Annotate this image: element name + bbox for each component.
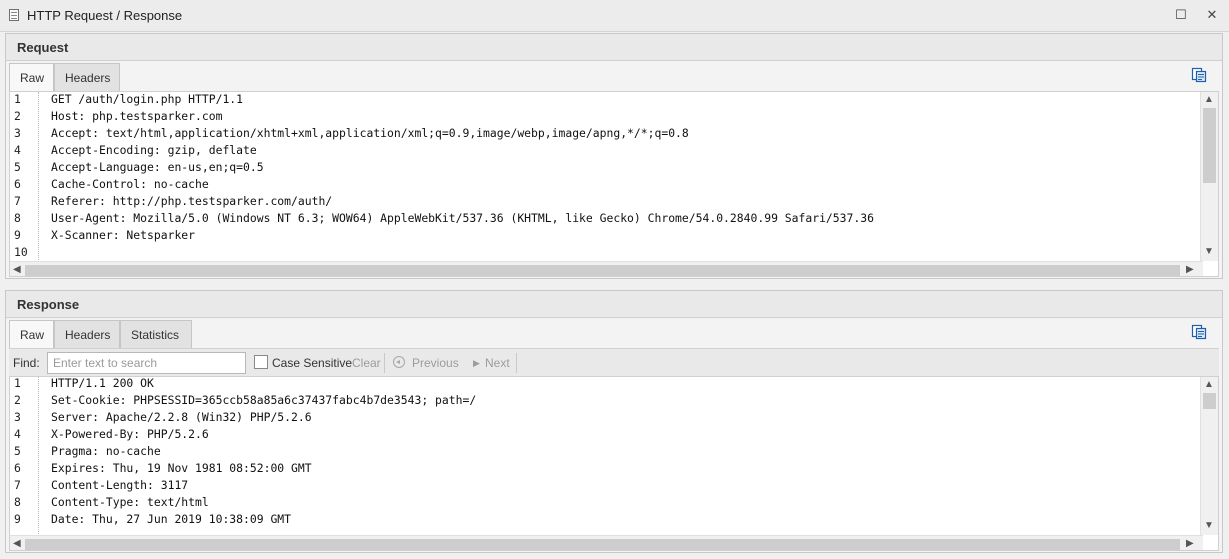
toolbar-separator — [516, 353, 517, 373]
scroll-thumb[interactable] — [25, 539, 1180, 550]
line-number: 2 — [14, 393, 21, 407]
scroll-down-icon[interactable]: ▼ — [1204, 246, 1214, 257]
request-tab-headers[interactable]: Headers — [54, 63, 120, 91]
line-number: 8 — [14, 495, 21, 509]
close-button[interactable]: ✕ — [1202, 6, 1222, 24]
request-editor[interactable]: 1 GET /auth/login.php HTTP/1.1 2 Host: php.… — [9, 91, 1219, 277]
line-number: 5 — [14, 444, 21, 458]
case-sensitive-label: Case Sensitive — [272, 356, 353, 370]
line-number: 3 — [14, 126, 21, 140]
maximize-button[interactable]: ☐ — [1171, 6, 1191, 24]
line-number: 1 — [14, 92, 21, 106]
line-text: Accept: text/html,application/xhtml+xml,… — [51, 126, 689, 140]
line-number: 6 — [14, 461, 21, 475]
line-number: 1 — [14, 376, 21, 390]
find-input[interactable] — [47, 352, 246, 374]
find-bar: Find: Case Sensitive Clear Previous ▶ Ne… — [9, 348, 1219, 377]
line-number: 4 — [14, 143, 21, 157]
line-text: Server: Apache/2.2.8 (Win32) PHP/5.2.6 — [51, 410, 312, 424]
response-tab-raw[interactable]: Raw — [9, 320, 54, 349]
scroll-thumb[interactable] — [25, 265, 1180, 276]
next-button[interactable]: Next — [485, 356, 510, 370]
line-number: 4 — [14, 427, 21, 441]
line-text: Content-Type: text/html — [51, 495, 209, 509]
line-text: GET /auth/login.php HTTP/1.1 — [51, 92, 244, 106]
request-title: Request — [17, 40, 69, 55]
request-horizontal-scrollbar[interactable]: ◀ ▶ — [10, 261, 1203, 276]
scroll-up-icon[interactable]: ▲ — [1204, 379, 1214, 390]
line-number: 3 — [14, 410, 21, 424]
line-text: Cache-Control: no-cache — [51, 177, 209, 191]
line-number: 9 — [14, 228, 21, 242]
copy-icon[interactable] — [1191, 67, 1207, 83]
next-arrow-icon: ▶ — [473, 358, 480, 368]
response-header: Response — [6, 291, 1222, 318]
document-icon — [9, 9, 19, 21]
scroll-left-icon[interactable]: ◀ — [13, 538, 21, 549]
line-text: X-Scanner: Netsparker — [51, 228, 196, 242]
window-titlebar: HTTP Request / Response ☐ ✕ — [0, 0, 1229, 32]
line-text: Set-Cookie: PHPSESSID=365ccb58a85a6c3743… — [51, 393, 477, 407]
line-text: Pragma: no-cache — [51, 444, 161, 458]
line-text: Referer: http://php.testsparker.com/auth… — [51, 194, 333, 208]
response-editor[interactable]: 1 HTTP/1.1 200 OK 2 Set-Cookie: PHPSESSID=3… — [9, 376, 1219, 551]
response-horizontal-scrollbar[interactable]: ◀ ▶ — [10, 535, 1203, 550]
line-number: 6 — [14, 177, 21, 191]
toolbar-separator — [384, 353, 385, 373]
request-tab-raw[interactable]: Raw — [9, 63, 54, 92]
request-header: Request — [6, 34, 1222, 61]
scroll-right-icon[interactable]: ▶ — [1186, 264, 1194, 275]
request-vertical-scrollbar[interactable]: ▲ ▼ — [1200, 92, 1218, 261]
scroll-left-icon[interactable]: ◀ — [13, 264, 21, 275]
line-text: Expires: Thu, 19 Nov 1981 08:52:00 GMT — [51, 461, 312, 475]
line-number: 8 — [14, 211, 21, 225]
scroll-right-icon[interactable]: ▶ — [1186, 538, 1194, 549]
line-text: Host: php.testsparker.com — [51, 109, 223, 123]
copy-icon[interactable] — [1191, 324, 1207, 340]
line-text: Content-Length: 3117 — [51, 478, 189, 492]
response-tab-statistics[interactable]: Statistics — [120, 320, 192, 348]
line-text: User-Agent: Mozilla/5.0 (Windows NT 6.3;… — [51, 211, 874, 225]
scroll-down-icon[interactable]: ▼ — [1204, 520, 1214, 531]
line-text: HTTP/1.1 200 OK — [51, 376, 154, 390]
line-number: 7 — [14, 194, 21, 208]
line-text: X-Powered-By: PHP/5.2.6 — [51, 427, 209, 441]
window-title: HTTP Request / Response — [27, 8, 183, 23]
clear-button[interactable]: Clear — [352, 356, 381, 370]
line-number: 9 — [14, 512, 21, 526]
response-panel: Response Raw Headers Statistics Find: Ca… — [5, 290, 1223, 553]
scroll-thumb[interactable] — [1203, 108, 1216, 183]
case-sensitive-checkbox[interactable] — [254, 355, 268, 369]
line-text: Accept-Language: en-us,en;q=0.5 — [51, 160, 264, 174]
response-title: Response — [17, 297, 80, 312]
find-label: Find: — [13, 356, 40, 370]
response-vertical-scrollbar[interactable]: ▲ ▼ — [1200, 377, 1218, 535]
request-panel: Request Raw Headers 1 GET /auth/login.php… — [5, 33, 1223, 279]
line-number: 7 — [14, 478, 21, 492]
line-text: Accept-Encoding: gzip, deflate — [51, 143, 257, 157]
response-tab-headers[interactable]: Headers — [54, 320, 120, 348]
previous-icon — [393, 356, 405, 368]
line-number: 10 — [14, 245, 28, 259]
line-number: 2 — [14, 109, 21, 123]
line-text: Date: Thu, 27 Jun 2019 10:38:09 GMT — [51, 512, 292, 526]
previous-button[interactable]: Previous — [412, 356, 459, 370]
scroll-up-icon[interactable]: ▲ — [1204, 94, 1214, 105]
line-number: 5 — [14, 160, 21, 174]
scroll-thumb[interactable] — [1203, 393, 1216, 409]
